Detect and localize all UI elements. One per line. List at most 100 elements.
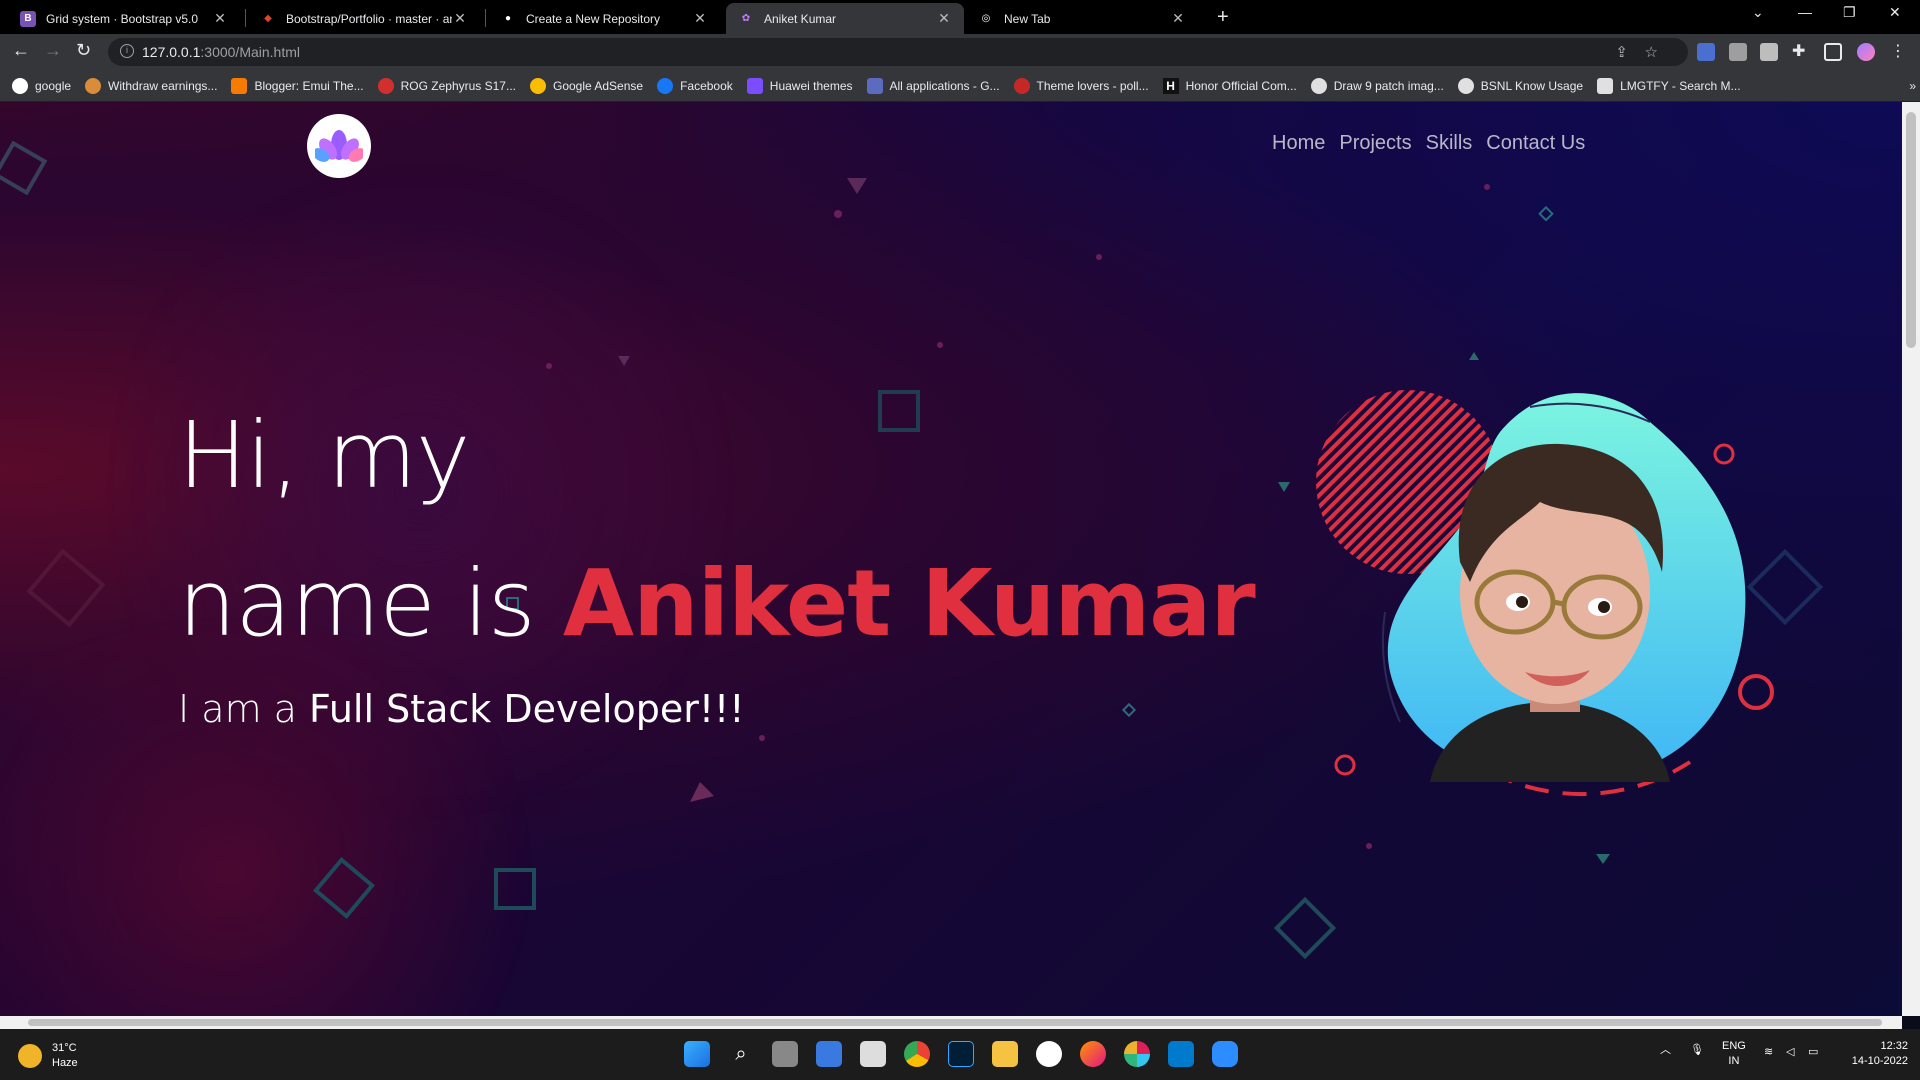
vertical-scrollbar[interactable] (1902, 102, 1920, 1016)
slack-icon[interactable] (1124, 1041, 1150, 1067)
tab-bootstrap-grid[interactable]: B Grid system · Bootstrap v5.0 ✕ (8, 3, 240, 34)
nav-contact-us[interactable]: Contact Us (1486, 132, 1585, 155)
horizontal-scrollbar[interactable] (0, 1016, 1902, 1029)
vscode-icon[interactable] (1168, 1041, 1194, 1067)
github-icon: ● (504, 13, 512, 24)
app-icon[interactable] (1036, 1041, 1062, 1067)
close-tab-icon[interactable]: ✕ (936, 10, 952, 27)
volume-icon[interactable]: ◁ (1786, 1045, 1794, 1060)
bookmark-adsense[interactable]: Google AdSense (530, 77, 643, 94)
bookmark-blogger[interactable]: Blogger: Emui The... (231, 77, 364, 94)
gitlab-icon: ◆ (264, 13, 272, 24)
weather-temperature: 31°C (52, 1042, 77, 1054)
zoom-icon[interactable] (1212, 1041, 1238, 1067)
nav-skills[interactable]: Skills (1426, 132, 1473, 155)
extension-icon[interactable] (1729, 43, 1747, 61)
microphone-icon[interactable]: 🎙 (1690, 1043, 1704, 1058)
more-bookmarks-icon[interactable]: » (1909, 79, 1916, 93)
menu-icon[interactable]: ⋮ (1889, 43, 1907, 61)
translate-extension-icon[interactable] (1697, 43, 1715, 61)
weather-sun-icon (18, 1044, 42, 1068)
bookmark-rog[interactable]: ROG Zephyrus S17... (377, 77, 516, 94)
restore-icon[interactable]: ❐ (1843, 4, 1856, 21)
clock[interactable]: 12:32 14-10-2022 (1842, 1039, 1908, 1069)
side-panel-icon[interactable] (1824, 43, 1842, 61)
tab-aniket-kumar[interactable]: ✿ Aniket Kumar ✕ (726, 3, 964, 34)
7zip-icon[interactable] (860, 1041, 886, 1067)
scrollbar-thumb[interactable] (28, 1019, 1882, 1026)
firefox-icon[interactable] (1080, 1041, 1106, 1067)
close-tab-icon[interactable]: ✕ (692, 10, 708, 27)
avatar[interactable] (1857, 43, 1875, 61)
photoshop-icon[interactable] (948, 1041, 974, 1067)
store-icon[interactable] (816, 1041, 842, 1067)
bookmark-theme-lovers[interactable]: Theme lovers - poll... (1013, 77, 1149, 94)
chrome-icon: ◎ (981, 13, 991, 24)
address-bar[interactable]: i 127.0.0.1:3000/Main.html ⇪ ☆ (108, 38, 1688, 66)
language-indicator[interactable]: ENG IN (1722, 1039, 1746, 1069)
bookmark-bsnl[interactable]: BSNL Know Usage (1457, 77, 1583, 94)
puzzle-icon[interactable]: ✚ (1792, 43, 1810, 61)
hero-heading-line1: Hi, my (178, 402, 470, 509)
honor-icon: H (1162, 77, 1179, 94)
close-window-icon[interactable]: ✕ (1889, 4, 1901, 21)
site-info-icon[interactable]: i (120, 44, 134, 58)
battery-icon[interactable]: ▭ (1808, 1045, 1818, 1060)
bookmark-all-applications[interactable]: All applications - G... (866, 77, 1000, 94)
site-logo[interactable] (307, 114, 371, 178)
bookmark-draw9patch[interactable]: Draw 9 patch imag... (1310, 77, 1444, 94)
blogger-icon (231, 77, 248, 94)
lmgtfy-icon (1597, 77, 1614, 94)
applications-icon (866, 77, 883, 94)
windows-start-icon[interactable] (684, 1041, 710, 1067)
close-tab-icon[interactable]: ✕ (1170, 10, 1186, 27)
rog-icon (377, 77, 394, 94)
globe-icon (1457, 77, 1474, 94)
screenshot-extension-icon[interactable] (1760, 43, 1778, 61)
tab-search-icon[interactable]: ⌄ (1752, 4, 1764, 21)
tab-gitlab-portfolio[interactable]: ◆ Bootstrap/Portfolio · master · ani ✕ (248, 3, 480, 34)
bookmark-facebook[interactable]: Facebook (657, 77, 733, 94)
nav-projects[interactable]: Projects (1339, 132, 1411, 155)
forward-icon[interactable]: → (44, 40, 62, 61)
main-nav: Home Projects Skills Contact Us (1272, 132, 1585, 155)
bookmarks-bar: google Withdraw earnings... Blogger: Emu… (0, 70, 1920, 102)
bookmark-star-icon[interactable]: ☆ (1645, 43, 1658, 61)
bookmark-honor[interactable]: H Honor Official Com... (1162, 77, 1297, 94)
search-icon[interactable]: ⌕ (728, 1041, 754, 1067)
weather-widget[interactable]: 31°C Haze (18, 1041, 78, 1071)
close-tab-icon[interactable]: ✕ (212, 10, 228, 27)
wifi-icon[interactable]: ≋ (1764, 1045, 1773, 1060)
tab-strip: B Grid system · Bootstrap v5.0 ✕ ◆ Boots… (0, 0, 1920, 34)
bookmark-huawei-themes[interactable]: Huawei themes (746, 77, 853, 94)
hero-name: Aniket Kumar (562, 550, 1256, 657)
lotus-icon (315, 130, 363, 162)
weather-condition: Haze (52, 1057, 78, 1069)
scrollbar-thumb[interactable] (1906, 112, 1916, 348)
show-hidden-icons[interactable]: ︿ (1660, 1043, 1671, 1058)
adsense-icon (530, 77, 546, 94)
new-tab-button[interactable]: + (1217, 6, 1229, 29)
lotus-icon: ✿ (741, 13, 751, 24)
avatar-illustration (1316, 390, 1774, 797)
minimize-icon[interactable]: — (1798, 4, 1812, 20)
bookmark-google[interactable]: google (12, 77, 71, 94)
globe-icon (1310, 77, 1327, 94)
tab-github-new-repo[interactable]: ● Create a New Repository ✕ (488, 3, 720, 34)
task-view-icon[interactable] (772, 1041, 798, 1067)
share-icon[interactable]: ⇪ (1615, 43, 1628, 61)
subtitle-prefix: I am a (178, 687, 310, 731)
bookmark-withdraw[interactable]: Withdraw earnings... (85, 77, 217, 94)
chrome-icon[interactable] (904, 1041, 930, 1067)
reload-icon[interactable]: ↻ (76, 40, 91, 61)
back-icon[interactable]: ← (12, 40, 30, 61)
file-explorer-icon[interactable] (992, 1041, 1018, 1067)
bootstrap-icon: B (20, 10, 36, 27)
tab-new-tab[interactable]: ◎ New Tab ✕ (966, 3, 1198, 34)
huawei-themes-icon (746, 77, 763, 94)
bookmark-lmgtfy[interactable]: LMGTFY - Search M... (1597, 77, 1741, 94)
theme-lovers-icon (1013, 77, 1030, 94)
subtitle-role: Full Stack Developer!!! (309, 687, 745, 731)
nav-home[interactable]: Home (1272, 132, 1325, 155)
close-tab-icon[interactable]: ✕ (452, 10, 468, 27)
